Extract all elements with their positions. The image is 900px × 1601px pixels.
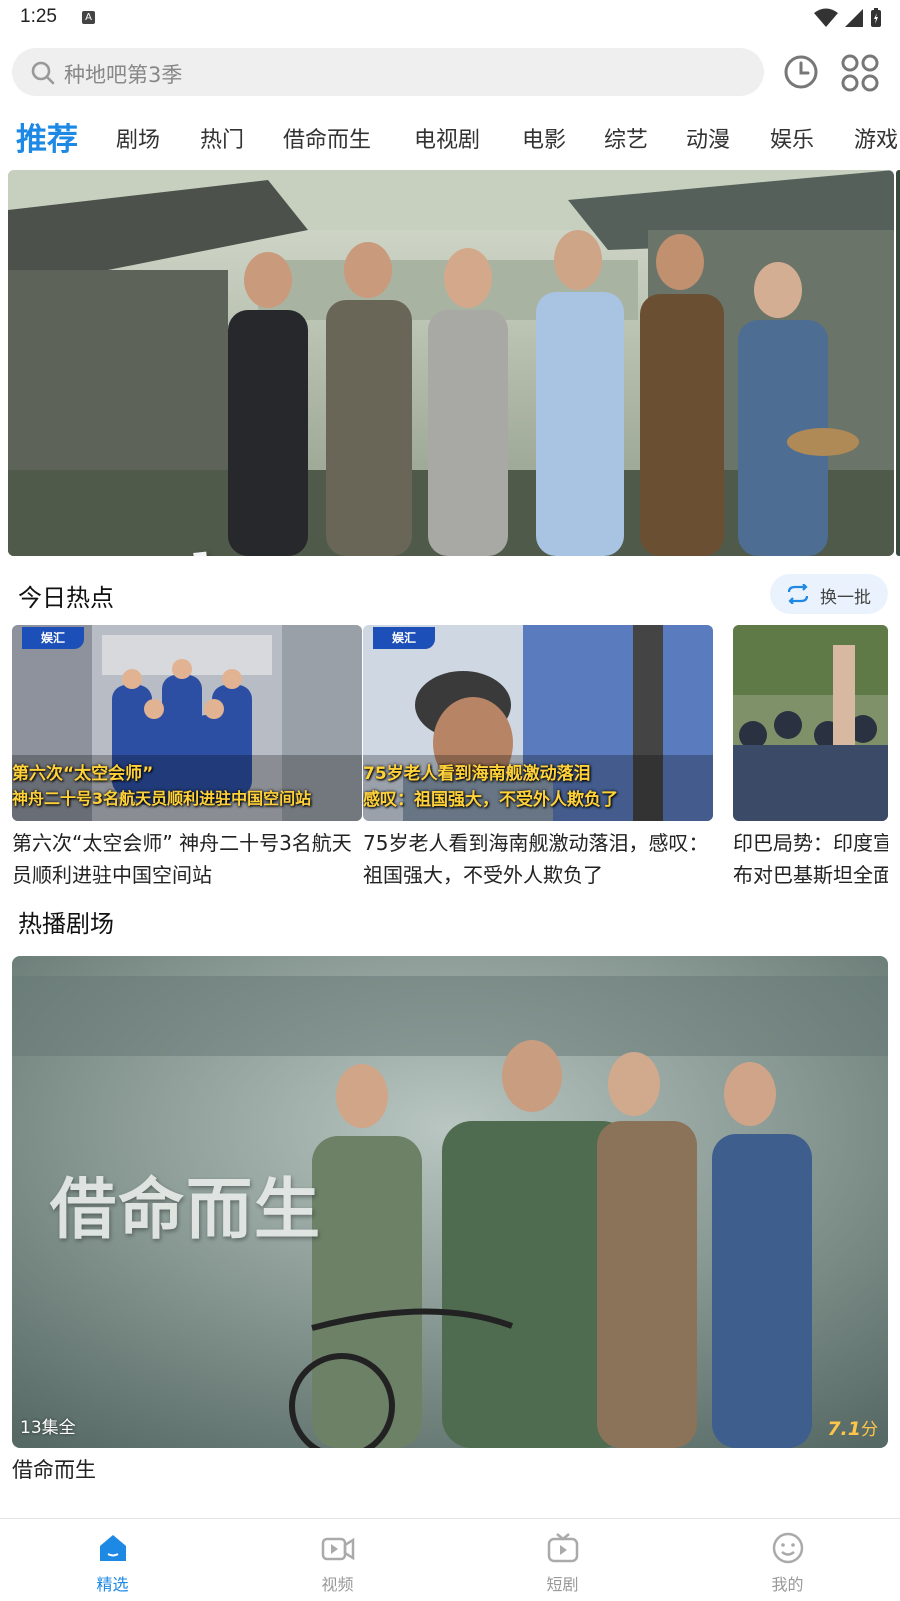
search-input[interactable]: 种地吧第3季 xyxy=(12,48,764,96)
nav-short-drama[interactable]: 短剧 xyxy=(450,1519,675,1601)
refresh-label: 换一批 xyxy=(820,588,871,608)
tab-anime[interactable]: 动漫 xyxy=(686,122,730,154)
nav-label: 精选 xyxy=(96,1575,129,1594)
rating-unit: 分 xyxy=(861,1420,878,1440)
episode-count: 13集全 xyxy=(20,1418,76,1438)
drama-name[interactable]: 借命而生 xyxy=(12,1454,96,1484)
nav-featured[interactable]: 精选 xyxy=(0,1519,225,1601)
profile-icon xyxy=(772,1532,804,1564)
home-icon xyxy=(100,1535,126,1561)
tab-variety[interactable]: 综艺 xyxy=(604,122,648,154)
history-icon[interactable] xyxy=(782,53,820,91)
nav-label: 我的 xyxy=(771,1575,804,1594)
battery-icon xyxy=(871,8,881,27)
nav-label: 短剧 xyxy=(546,1575,579,1594)
nav-video[interactable]: 视频 xyxy=(225,1519,450,1601)
search-placeholder: 种地吧第3季 xyxy=(64,63,183,87)
tab-recommend[interactable]: 推荐 xyxy=(16,114,78,159)
news-caption-line1: 第六次“太空会师” xyxy=(12,764,154,784)
news-source-badge: 娱汇 xyxy=(373,627,435,649)
news-source-badge: 娱汇 xyxy=(22,627,84,649)
news-headline: 第六次“太空会师” 神舟二十号3名航天员顺利进驻中国空间站 xyxy=(12,831,352,887)
signal-icon xyxy=(845,9,863,27)
news-card[interactable]: 印巴局势：印度宣布对巴基斯坦全面反制 xyxy=(733,625,888,895)
news-thumbnail: 娱汇 第六次“太空会师” 神舟二十号3名航天员顺利进驻中国空间站 xyxy=(12,625,362,821)
tab-theater[interactable]: 剧场 xyxy=(116,122,160,154)
drama-title-art: 借命而生 xyxy=(50,1171,322,1248)
tab-jiemingersheng[interactable]: 借命而生 xyxy=(283,122,371,154)
banner-next-peek xyxy=(896,170,900,556)
drama-poster[interactable]: 借命而生 13集全 7.1分 xyxy=(12,956,888,1448)
news-caption-line2: 感叹：祖国强大，不受外人欺负了 xyxy=(363,790,618,810)
news-caption-line1: 75岁老人看到海南舰激动落泪 xyxy=(363,764,591,784)
hot-today-title: 今日热点 xyxy=(18,584,114,612)
wifi-icon xyxy=(814,8,838,27)
status-time: 1:25 xyxy=(20,6,57,27)
bottom-nav: 精选 视频 短剧 我的 xyxy=(0,1518,900,1601)
news-caption-line2: 神舟二十号3名航天员顺利进驻中国空间站 xyxy=(12,789,312,808)
tab-games[interactable]: 游戏 xyxy=(854,122,898,154)
search-icon xyxy=(31,61,55,85)
refresh-button[interactable]: 换一批 xyxy=(770,574,888,614)
rating-value: 7.1 xyxy=(827,1418,861,1440)
banner-carousel[interactable]: 北上 xyxy=(8,170,894,556)
tab-movies[interactable]: 电影 xyxy=(522,122,566,154)
drama-rating: 7.1分 xyxy=(827,1415,878,1440)
status-bar: 1:25 A xyxy=(0,0,900,36)
news-thumbnail xyxy=(733,625,888,821)
news-headline: 印巴局势：印度宣布对巴基斯坦全面反制 xyxy=(733,831,888,887)
tab-tv-series[interactable]: 电视剧 xyxy=(414,122,480,154)
video-icon xyxy=(321,1537,355,1561)
apps-grid-icon[interactable] xyxy=(840,53,880,93)
nav-label: 视频 xyxy=(321,1575,354,1594)
news-thumbnail: 娱汇 75岁老人看到海南舰激动落泪 感叹：祖国强大，不受外人欺负了 xyxy=(363,625,713,821)
category-tabs: 推荐 剧场 热门 借命而生 电视剧 电影 综艺 动漫 娱乐 游戏 xyxy=(0,108,900,164)
tab-entertainment[interactable]: 娱乐 xyxy=(770,122,814,154)
refresh-icon xyxy=(787,584,809,604)
tab-popular[interactable]: 热门 xyxy=(200,122,244,154)
tv-icon xyxy=(547,1533,579,1563)
notification-icon: A xyxy=(82,11,95,24)
hot-drama-title: 热播剧场 xyxy=(18,910,114,938)
banner-image xyxy=(8,170,894,556)
news-headline: 75岁老人看到海南舰激动落泪，感叹：祖国强大，不受外人欺负了 xyxy=(363,831,709,887)
nav-profile[interactable]: 我的 xyxy=(675,1519,900,1601)
